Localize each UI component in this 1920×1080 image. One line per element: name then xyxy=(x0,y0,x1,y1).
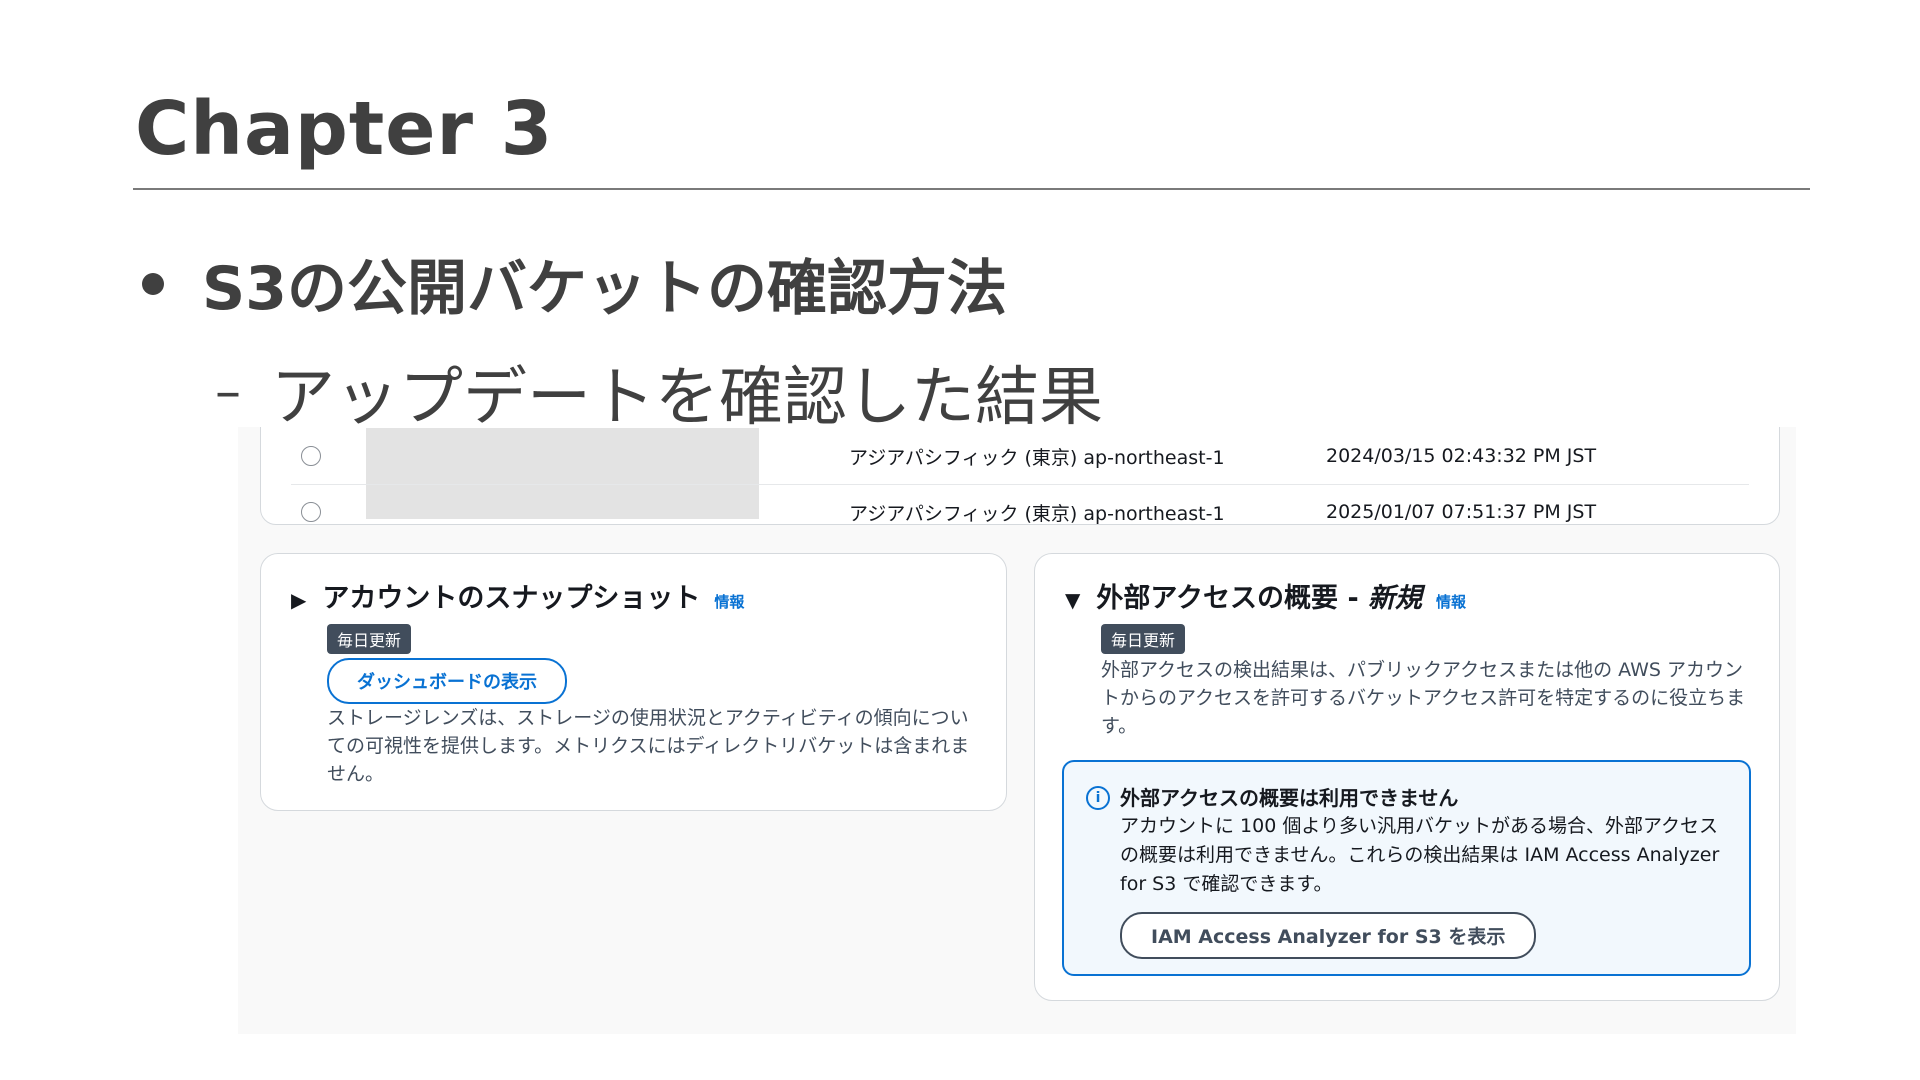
external-access-description: 外部アクセスの検出結果は、パブリックアクセスまたは他の AWS アカウントからの… xyxy=(1101,659,1746,737)
row-radio-button[interactable] xyxy=(301,502,321,522)
sub-bullet-dash: – xyxy=(215,362,241,422)
external-access-title-text: 外部アクセスの概要 - xyxy=(1096,583,1369,614)
region-cell: アジアパシフィック (東京) ap-northeast-1 xyxy=(849,446,1225,469)
daily-update-badge: 毎日更新 xyxy=(327,624,412,654)
external-access-header[interactable]: ▼ 外部アクセスの概要 - 新規 情報 xyxy=(1065,576,1466,615)
info-circle-icon: i xyxy=(1086,786,1110,810)
main-bullet-text: S3の公開バケットの確認方法 xyxy=(202,254,1007,324)
sub-bullet: – アップデートを確認した結果 xyxy=(215,346,1103,438)
alert-body: アカウントに 100 個より多い汎用バケットがある場合、外部アクセスの概要は利用… xyxy=(1120,815,1720,895)
bucket-table: アジアパシフィック (東京) ap-northeast-1 2024/03/15… xyxy=(260,427,1780,525)
caret-down-icon[interactable]: ▼ xyxy=(1065,588,1080,612)
external-access-card: ▼ 外部アクセスの概要 - 新規 情報 毎日更新 外部アクセスの検出結果は、パブ… xyxy=(1034,553,1780,1001)
row-radio-button[interactable] xyxy=(301,446,321,466)
info-alert: i 外部アクセスの概要は利用できません アカウントに 100 個より多い汎用バケ… xyxy=(1062,760,1751,976)
info-link[interactable]: 情報 xyxy=(714,591,744,612)
view-access-analyzer-button[interactable]: IAM Access Analyzer for S3 を表示 xyxy=(1120,912,1537,959)
title-divider xyxy=(133,188,1810,190)
daily-update-badge: 毎日更新 xyxy=(1101,624,1186,654)
alert-title: 外部アクセスの概要は利用できません xyxy=(1120,786,1459,810)
table-row[interactable]: アジアパシフィック (東京) ap-northeast-1 2024/03/15… xyxy=(291,428,1749,485)
sub-bullet-text: アップデートを確認した結果 xyxy=(271,361,1103,435)
view-dashboard-button[interactable]: ダッシュボードの表示 xyxy=(327,658,567,704)
main-bullet: S3の公開バケットの確認方法 xyxy=(142,240,1007,327)
table-row[interactable]: アジアパシフィック (東京) ap-northeast-1 2025/01/07… xyxy=(291,484,1749,540)
external-access-title: 外部アクセスの概要 - 新規 xyxy=(1096,576,1422,615)
creation-date-cell: 2025/01/07 07:51:37 PM JST xyxy=(1326,501,1597,523)
creation-date-cell: 2024/03/15 02:43:32 PM JST xyxy=(1326,445,1597,467)
account-snapshot-title: アカウントのスナップショット xyxy=(322,583,701,614)
bullet-dot-icon xyxy=(142,272,164,295)
new-label: 新規 xyxy=(1368,583,1423,614)
aws-console-screenshot: アジアパシフィック (東京) ap-northeast-1 2024/03/15… xyxy=(238,427,1796,1034)
account-snapshot-card: ▶ アカウントのスナップショット 情報 毎日更新 ダッシュボードの表示 ストレー… xyxy=(260,553,1007,811)
region-cell: アジアパシフィック (東京) ap-northeast-1 xyxy=(849,502,1225,525)
slide-title: Chapter 3 xyxy=(135,86,554,172)
storage-lens-description: ストレージレンズは、ストレージの使用状況とアクティビティの傾向についての可視性を… xyxy=(327,707,970,785)
account-snapshot-header[interactable]: ▶ アカウントのスナップショット 情報 xyxy=(291,576,744,615)
caret-right-icon[interactable]: ▶ xyxy=(291,588,306,612)
info-link[interactable]: 情報 xyxy=(1436,591,1466,612)
slide: Chapter 3 S3の公開バケットの確認方法 – アップデートを確認した結果… xyxy=(0,0,1920,1080)
